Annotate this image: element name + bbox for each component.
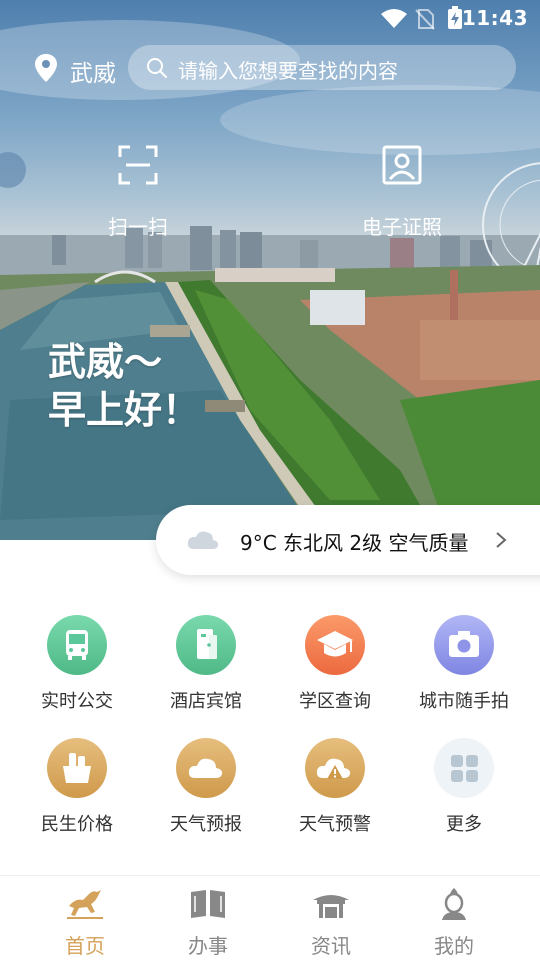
graduation-cap-icon [317, 631, 353, 657]
greeting-line2: 早上好！ [48, 388, 201, 432]
grid-more-icon [451, 755, 478, 782]
service-label: 更多 [446, 814, 482, 835]
location-pin-icon[interactable] [34, 53, 58, 83]
search-input[interactable]: 请输入您想要查找的内容 [178, 55, 398, 84]
bottom-tab-bar: 首页 办事 资讯 我的 [0, 875, 540, 960]
service-label: 实时公交 [41, 691, 113, 712]
service-label: 天气预警 [299, 814, 371, 835]
service-hotel[interactable]: 酒店宾馆 [141, 615, 271, 713]
service-label: 民生价格 [41, 814, 113, 835]
hotel-icon-bg [176, 615, 236, 675]
weather-text: 9°C 东北风 2级 空气质量 良 [240, 531, 474, 555]
tab-services[interactable]: 办事 [148, 886, 268, 959]
service-label: 学区查询 [299, 691, 371, 712]
service-city-photo[interactable]: 城市随手拍 [399, 615, 529, 713]
service-more[interactable]: 更多 [399, 738, 529, 836]
grid-more-icon-bg [434, 738, 494, 798]
service-label: 城市随手拍 [419, 691, 509, 712]
battery-charging-icon [448, 6, 462, 29]
scan-label: 扫一扫 [108, 215, 168, 239]
tab-label: 办事 [188, 934, 228, 958]
no-sim-icon [415, 9, 435, 30]
weather-bar[interactable]: 9°C 东北风 2级 空气质量 良 [156, 505, 540, 575]
service-realtime-bus[interactable]: 实时公交 [12, 615, 142, 713]
weather-warning-icon-bg [305, 738, 365, 798]
hero-banner: 11:43 武威 请输入您想要查找的内容 扫一扫 电子证照 武威～ 早上好！ [0, 0, 540, 540]
search-bar[interactable]: 请输入您想要查找的内容 [128, 45, 516, 90]
service-prices[interactable]: 民生价格 [12, 738, 142, 836]
service-weather-warning[interactable]: 天气预警 [270, 738, 400, 836]
e-license-button[interactable]: 电子证照 [342, 145, 462, 240]
e-license-label: 电子证照 [362, 215, 442, 239]
city-selector[interactable]: 武威 [70, 54, 116, 88]
service-school-district[interactable]: 学区查询 [270, 615, 400, 713]
status-bar: 11:43 [0, 0, 540, 36]
buddha-icon [442, 888, 466, 920]
weather-cloud-icon-bg [176, 738, 236, 798]
shopping-bag-icon [63, 753, 91, 783]
service-weather-forecast[interactable]: 天气预报 [141, 738, 271, 836]
search-icon [147, 58, 168, 79]
greeting-line1: 武威～ [48, 340, 163, 384]
bus-icon-bg [47, 615, 107, 675]
tab-news[interactable]: 资讯 [271, 886, 391, 959]
service-label: 酒店宾馆 [170, 691, 242, 712]
camera-icon [449, 631, 479, 657]
status-time: 11:43 [461, 6, 528, 30]
graduation-cap-icon-bg [305, 615, 365, 675]
tab-label: 首页 [65, 934, 105, 958]
horse-icon [67, 890, 103, 919]
scan-button[interactable]: 扫一扫 [78, 145, 198, 240]
id-photo-icon [382, 145, 422, 185]
wifi-icon [381, 9, 407, 28]
shopping-bag-icon-bg [47, 738, 107, 798]
chevron-right-icon[interactable] [494, 531, 508, 549]
tab-label: 资讯 [311, 934, 351, 958]
weather-cloud-icon [188, 758, 223, 778]
greeting-text: 武威～ 早上好！ [48, 338, 200, 434]
service-label: 天气预报 [170, 814, 242, 835]
weather-warning-icon [316, 758, 351, 779]
tab-mine[interactable]: 我的 [394, 886, 514, 959]
tab-label: 我的 [434, 934, 474, 958]
pavilion-icon [313, 895, 349, 918]
bus-icon [66, 630, 88, 660]
cloud-icon [187, 531, 219, 549]
camera-icon-bg [434, 615, 494, 675]
book-icon [191, 890, 225, 918]
tab-home[interactable]: 首页 [25, 886, 145, 959]
scan-icon [118, 145, 158, 185]
hotel-icon [197, 629, 217, 659]
